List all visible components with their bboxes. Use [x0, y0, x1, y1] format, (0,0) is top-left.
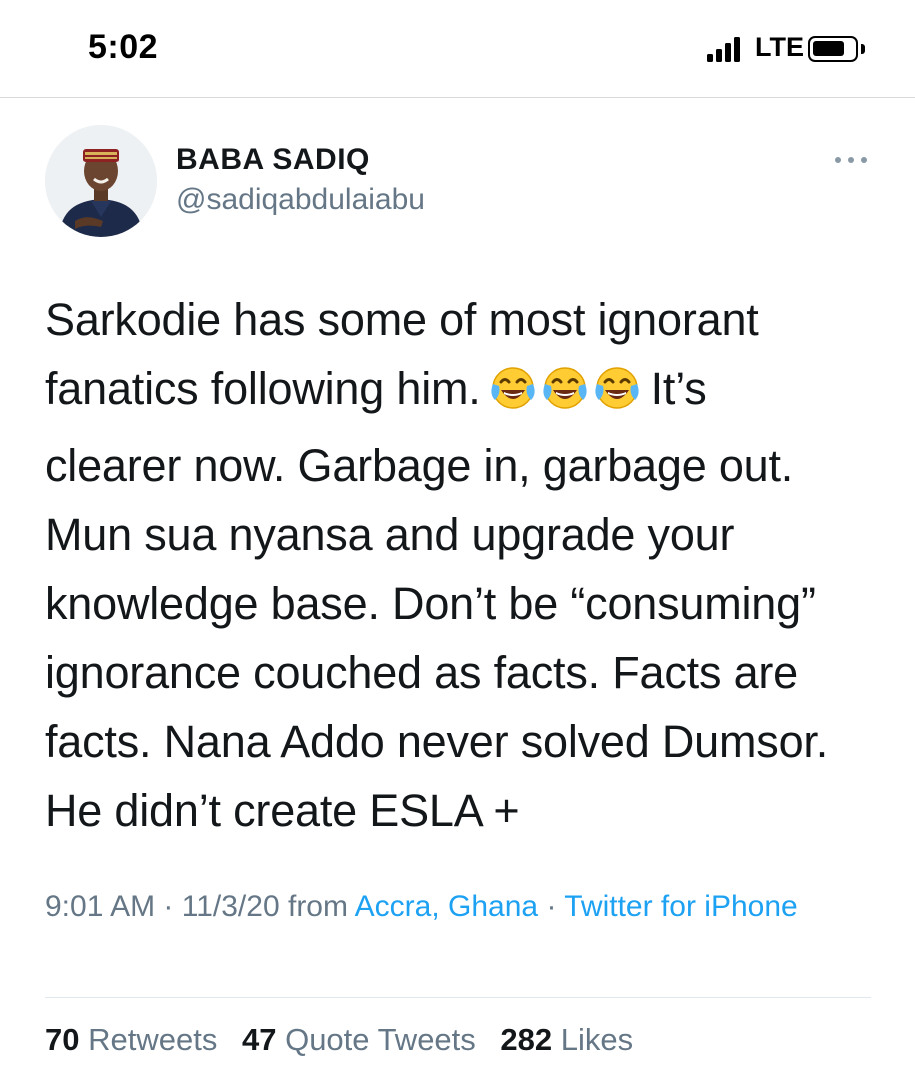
divider: [45, 997, 871, 998]
retweets-stat[interactable]: 70 Retweets: [45, 1022, 217, 1057]
likes-stat[interactable]: 282 Likes: [500, 1022, 633, 1057]
network-type: LTE: [755, 32, 804, 62]
retweets-count: 70: [45, 1022, 80, 1057]
retweets-label: Retweets: [88, 1022, 218, 1057]
avatar-image: [45, 125, 157, 237]
tweet-text-line: He didn’t create ESLA +: [45, 785, 520, 836]
author-display-name[interactable]: BABA SADIQ: [176, 143, 370, 177]
tweet-text-segment: It’s: [650, 363, 707, 414]
tweet-text-line: fanatics following him. It’s: [45, 354, 885, 431]
more-options-icon[interactable]: [832, 152, 872, 168]
likes-label: Likes: [560, 1022, 634, 1057]
tweet-text-line: facts. Nana Addo never solved Dumsor.: [45, 716, 829, 767]
avatar[interactable]: [45, 125, 157, 237]
battery-cap: [861, 44, 865, 54]
tweet-text-segment: fanatics following him.: [45, 363, 481, 414]
location-link[interactable]: Accra, Ghana: [355, 890, 538, 923]
tweet-text-line: knowledge base. Don’t be “consuming”: [45, 578, 816, 629]
face-with-tears-of-joy-emoji: [595, 367, 639, 409]
quote-tweets-stat[interactable]: 47 Quote Tweets: [242, 1022, 476, 1057]
tweet-text: Sarkodie has some of most ignorant fanat…: [45, 285, 885, 845]
meta-separator: ·: [546, 890, 557, 923]
status-bar: 5:02 LTE: [0, 0, 915, 98]
from-label: from: [287, 890, 348, 923]
face-with-tears-of-joy-emoji: [543, 367, 587, 409]
quote-tweets-count: 47: [241, 1022, 277, 1057]
tweet-date[interactable]: 11/3/20: [182, 890, 280, 923]
battery-level: [813, 41, 844, 56]
tweet-text-line: Sarkodie has some of most ignorant: [45, 294, 759, 345]
likes-count: 282: [500, 1022, 553, 1057]
cellular-signal-icon: [707, 36, 747, 62]
tweet-text-line: Mun sua nyansa and upgrade your: [45, 509, 735, 560]
client-link[interactable]: Twitter for iPhone: [564, 890, 797, 923]
status-time: 5:02: [88, 28, 159, 66]
tweet-stats: 70 Retweets 47 Quote Tweets 282 Likes: [45, 1022, 649, 1058]
face-with-tears-of-joy-emoji: [491, 367, 535, 409]
author-handle[interactable]: @sadiqabdulaiabu: [176, 183, 425, 217]
tweet-meta: 9:01 AM · 11/3/20 from Accra, Ghana · Tw…: [45, 885, 845, 929]
tweet-text-line: clearer now. Garbage in, garbage out.: [45, 440, 794, 491]
tweet-text-line: ignorance couched as facts. Facts are: [45, 647, 799, 698]
emoji-group: [489, 362, 645, 431]
tweet-time[interactable]: 9:01 AM: [45, 890, 155, 923]
meta-separator: ·: [163, 890, 174, 923]
battery-icon: [808, 36, 858, 62]
quote-tweets-label: Quote Tweets: [285, 1022, 476, 1057]
